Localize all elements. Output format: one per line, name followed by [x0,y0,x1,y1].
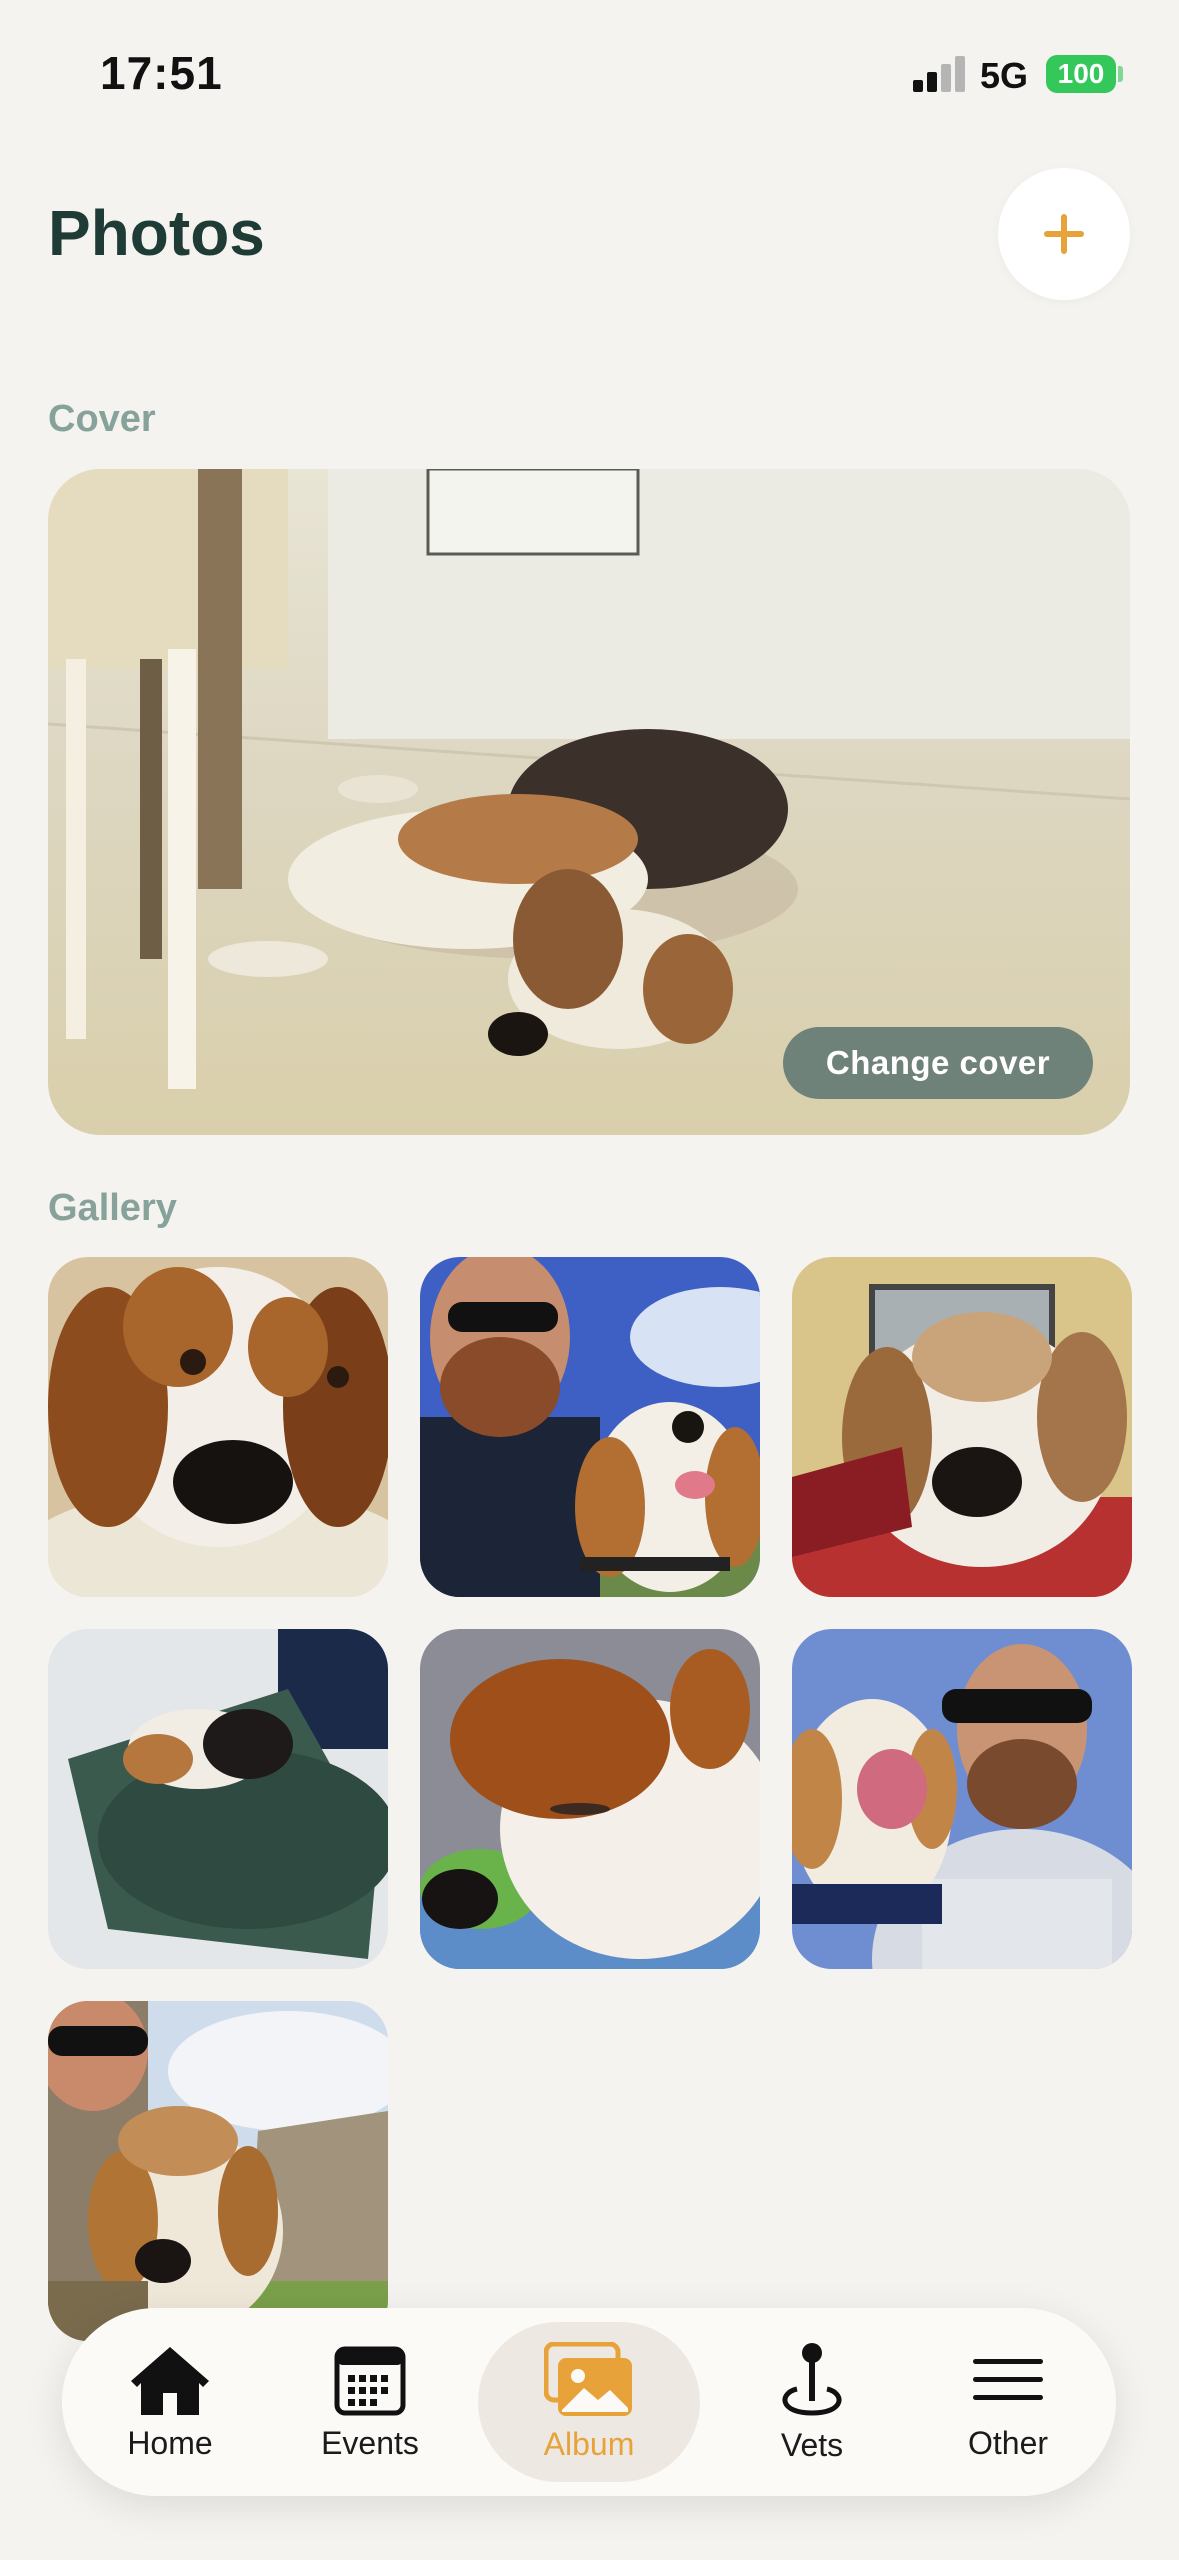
gallery-photo[interactable] [48,1629,388,1969]
battery-nub [1118,66,1123,82]
tab-events-label: Events [321,2424,419,2461]
gallery-section-label: Gallery [48,1187,177,1229]
battery-icon: 100 [1046,55,1116,93]
location-pin-icon [782,2342,842,2416]
gallery-photo[interactable] [792,1629,1132,1969]
gallery-photo[interactable] [48,2001,388,2341]
house-icon [131,2346,209,2415]
gallery-photo[interactable] [792,1257,1132,1597]
menu-icon [973,2358,1043,2400]
change-cover-button[interactable]: Change cover [783,1027,1093,1099]
gallery-photo[interactable] [48,1257,388,1597]
tab-home[interactable]: Home [100,2308,240,2496]
calendar-icon [334,2346,406,2415]
tab-events[interactable]: Events [300,2308,440,2496]
tab-home-label: Home [127,2424,213,2461]
battery-level: 100 [1057,58,1105,89]
tab-other-label: Other [967,2424,1049,2461]
tab-album[interactable]: Album [478,2322,700,2482]
tab-bar: Home Events Album Vets Other [62,2308,1116,2496]
tab-vets[interactable]: Vets [742,2308,882,2496]
cover-section-label: Cover [48,398,156,440]
plus-icon [1044,214,1084,254]
add-photo-button[interactable] [998,168,1130,300]
tab-other[interactable]: Other [938,2308,1078,2496]
gallery-photo[interactable] [420,1257,760,1597]
photos-icon [544,2341,632,2416]
tab-album-label: Album [543,2425,635,2462]
network-type: 5G [980,55,1029,96]
status-bar: 17:51 5G 100 [0,0,1179,150]
status-time: 17:51 [100,47,223,99]
tab-vets-label: Vets [780,2426,844,2463]
gallery-photo[interactable] [420,1629,760,1969]
page-title: Photos [48,197,265,269]
cellular-signal-icon [913,56,967,92]
